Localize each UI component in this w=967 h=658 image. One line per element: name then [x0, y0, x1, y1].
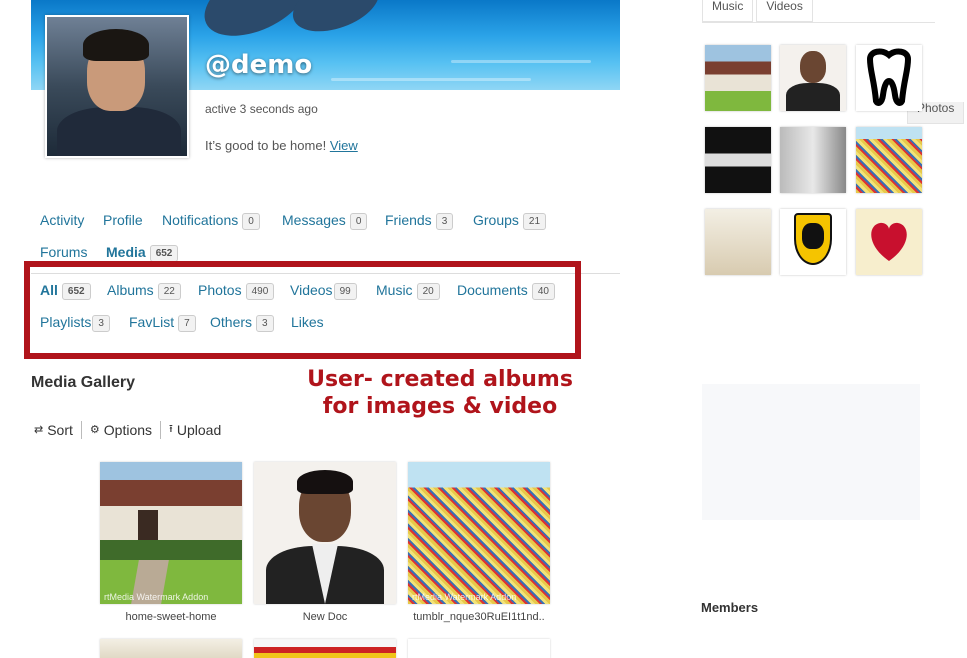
- sort-button[interactable]: ⇄ Sort: [34, 422, 73, 438]
- media-count: 652: [149, 245, 179, 262]
- options-button[interactable]: ⚙ Options: [90, 422, 152, 438]
- nav-notifications[interactable]: Notifications 0: [162, 212, 260, 230]
- media-caption[interactable]: New Doc: [254, 611, 396, 623]
- notifications-count: 0: [242, 213, 260, 230]
- watermark-text: rtMedia Watermark Addon: [104, 592, 209, 602]
- messages-count: 0: [349, 213, 368, 230]
- media-thumb-portrait[interactable]: [254, 462, 396, 604]
- watermark-text: rtMedia Watermark Addon: [412, 592, 517, 602]
- media-thumb-partial[interactable]: [408, 639, 550, 658]
- media-caption[interactable]: home-sweet-home: [100, 611, 242, 623]
- nav-media[interactable]: Media 652: [106, 244, 179, 262]
- media-thumb-partial[interactable]: [254, 639, 396, 658]
- media-thumb-house[interactable]: rtMedia Watermark Addon: [100, 462, 242, 604]
- sidebar-tab-videos[interactable]: Videos: [756, 0, 813, 22]
- nav-friends[interactable]: Friends 3: [385, 212, 454, 230]
- sort-icon: ⇄: [34, 424, 44, 436]
- media-thumb-partial[interactable]: [100, 639, 242, 658]
- members-widget-title: Members: [701, 600, 759, 615]
- sidebar-placeholder: [702, 384, 920, 520]
- sidebar-thumb-tooth[interactable]: [856, 45, 922, 111]
- sidebar-thumb-house[interactable]: [705, 45, 771, 111]
- nav-messages[interactable]: Messages 0: [282, 212, 368, 230]
- sidebar-thumb-car[interactable]: [705, 127, 771, 193]
- nav-forums[interactable]: Forums: [40, 244, 87, 260]
- upload-button[interactable]: ⭱ Upload: [169, 420, 221, 439]
- sidebar-thumb-portrait[interactable]: [780, 45, 846, 111]
- sidebar-tab-music[interactable]: Music: [702, 0, 754, 22]
- media-thumb-crowd[interactable]: rtMedia Watermark Addon: [408, 462, 550, 604]
- profile-handle: @demo: [205, 50, 313, 80]
- last-active: active 3 seconds ago: [205, 102, 318, 116]
- sidebar-media-tabs: Photos Music Videos: [702, 0, 965, 124]
- sidebar-thumb-ferrari[interactable]: [780, 209, 846, 275]
- upload-icon: ⭱: [169, 423, 173, 435]
- gear-icon: ⚙: [89, 424, 100, 436]
- nav-profile[interactable]: Profile: [103, 212, 143, 228]
- nav-activity[interactable]: Activity: [40, 212, 84, 228]
- gallery-title: Media Gallery: [31, 374, 136, 391]
- media-tabs-highlight: [24, 261, 581, 359]
- friends-count: 3: [435, 213, 454, 230]
- sidebar-thumb-kitchen[interactable]: [780, 127, 846, 193]
- status-update: It’s good to be home! View: [205, 138, 358, 153]
- annotation-line-2: for images & video: [322, 394, 558, 419]
- media-caption[interactable]: tumblr_nque30RuEI1t1nd..: [408, 611, 550, 623]
- sidebar-thumb-heart[interactable]: [856, 209, 922, 275]
- avatar[interactable]: [45, 15, 189, 158]
- nav-groups[interactable]: Groups 21: [473, 212, 547, 230]
- gallery-toolbar: ⇄ Sort ⚙ Options ⭱ Upload: [34, 420, 221, 439]
- sidebar-thumb-lamp[interactable]: [705, 209, 771, 275]
- sidebar-thumb-crowd[interactable]: [856, 127, 922, 193]
- annotation-line-1: User- created albums: [307, 367, 573, 392]
- annotation-callout: User- created albums for images & video: [290, 366, 590, 420]
- status-view-link[interactable]: View: [330, 138, 358, 153]
- status-text: It’s good to be home!: [205, 138, 327, 153]
- groups-count: 21: [522, 213, 547, 230]
